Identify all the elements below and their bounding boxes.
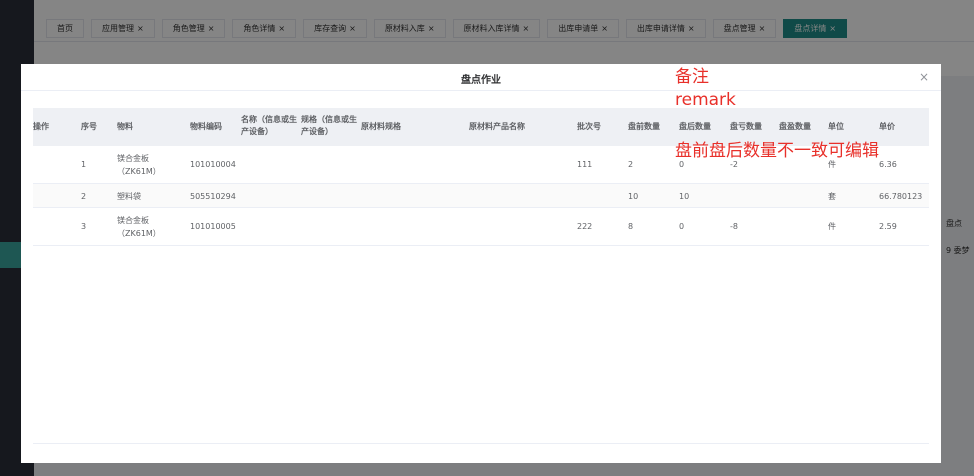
header-unit: 单位 (828, 122, 844, 131)
annotation-editable-note: 盘前盘后数量不一致可编辑 (675, 141, 879, 161)
cell-code: 505510294 (190, 192, 236, 201)
cell-after-qty[interactable]: 0 (679, 220, 684, 233)
header-after-qty: 盘后数量 (679, 122, 711, 131)
table-footer-divider (33, 443, 929, 444)
modal-header: 盘点作业 × (21, 64, 941, 91)
annotation-remark-title: 备注 (675, 67, 709, 87)
cell-seq: 2 (81, 192, 87, 201)
cell-batch: 222 (577, 222, 593, 231)
cell-seq: 3 (81, 222, 87, 231)
cell-loss-qty: -8 (730, 222, 738, 231)
cell-material: 塑料袋 (117, 192, 141, 201)
cell-material: 镁合金板（ZK61M） (117, 216, 161, 238)
header-code: 物料编码 (190, 122, 222, 131)
inventory-table: 操作 序号 物料 物料编码 名称（信息或生产设备） 规格（信息或生产设备） 原材… (33, 108, 929, 246)
header-material: 物料 (117, 122, 133, 131)
header-seq: 序号 (81, 122, 97, 131)
inventory-modal: 盘点作业 × 操作 序号 物料 物料编码 名称（信息或生产设备） 规格（信息或生… (21, 64, 941, 463)
table-row[interactable]: 3 镁合金板（ZK61M） 101010005 222 8 0 -8 件 2.5… (33, 208, 929, 246)
modal-title: 盘点作业 (461, 75, 501, 86)
cell-code: 101010005 (190, 222, 236, 231)
cell-code: 101010004 (190, 160, 236, 169)
header-batch: 批次号 (577, 122, 601, 131)
header-price: 单价 (879, 122, 895, 131)
header-gain-qty: 盘盈数量 (779, 122, 811, 131)
header-operation: 操作 (33, 122, 49, 131)
header-raw-name: 原材料产品名称 (469, 122, 525, 131)
cell-batch: 111 (577, 160, 593, 169)
header-before-qty: 盘前数量 (628, 122, 660, 131)
cell-price: 6.36 (879, 160, 897, 169)
cell-after-qty[interactable]: 10 (679, 190, 689, 203)
annotation-remark-en: remark (675, 90, 736, 110)
header-name-device: 名称（信息或生产设备） (241, 115, 297, 136)
table-row[interactable]: 2 塑料袋 505510294 10 10 套 66.780123 (33, 184, 929, 208)
cell-unit: 套 (828, 192, 836, 201)
cell-unit: 件 (828, 222, 836, 231)
header-loss-qty: 盘亏数量 (730, 122, 762, 131)
cell-before-qty: 8 (628, 222, 634, 231)
cell-material: 镁合金板（ZK61M） (117, 154, 161, 176)
header-spec-device: 规格（信息或生产设备） (301, 115, 357, 136)
cell-before-qty: 2 (628, 160, 634, 169)
cell-price: 66.780123 (879, 192, 923, 201)
cell-price: 2.59 (879, 222, 897, 231)
header-raw-spec: 原材料规格 (361, 122, 401, 131)
cell-before-qty: 10 (628, 192, 639, 201)
cell-seq: 1 (81, 160, 87, 169)
close-icon[interactable]: × (919, 70, 929, 84)
